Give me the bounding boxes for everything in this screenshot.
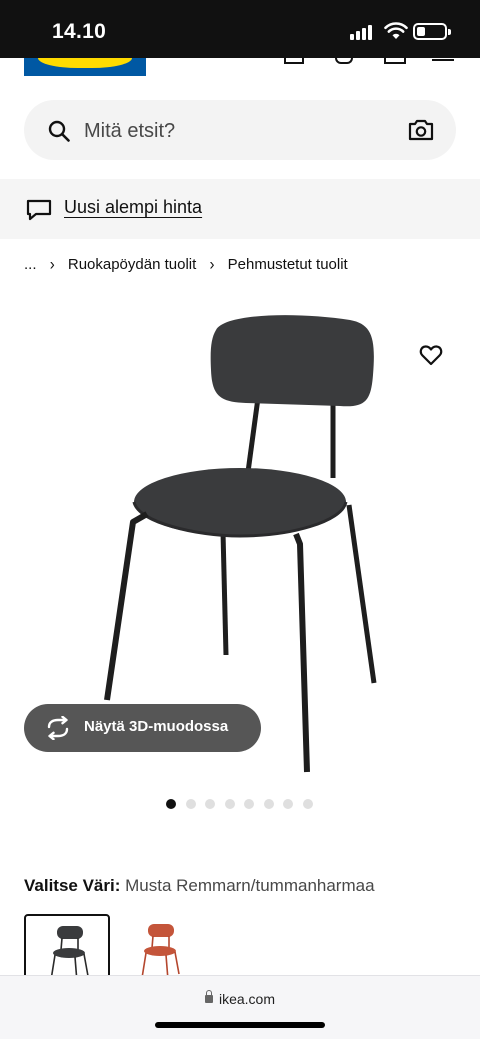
carousel-dot[interactable]	[263, 799, 274, 809]
carousel-dot[interactable]	[166, 799, 176, 809]
carousel-dot[interactable]	[302, 799, 313, 809]
view-3d-button[interactable]: Näytä 3D-muodossa	[24, 704, 261, 752]
carousel-dot[interactable]	[283, 799, 293, 809]
signal-icon	[350, 24, 376, 40]
carousel-dot[interactable]	[205, 799, 215, 809]
wifi-icon	[384, 22, 408, 39]
carousel-dot[interactable]	[224, 799, 235, 809]
status-time: 14.10	[52, 20, 107, 43]
chevron-right-icon: ›	[49, 254, 55, 274]
camera-icon[interactable]	[408, 118, 434, 142]
breadcrumb: ... › Ruokapöydän tuolit › Pehmustetut t…	[24, 255, 348, 275]
carousel-dot[interactable]	[244, 799, 254, 809]
search-bar[interactable]	[24, 100, 456, 160]
new-lower-price-link[interactable]: Uusi alempi hinta	[64, 197, 202, 218]
search-icon	[48, 120, 70, 142]
browser-address-bar[interactable]: ikea.com	[0, 975, 480, 1039]
selected-color-value: Musta Remmarn/tummanharmaa	[125, 876, 375, 895]
chevron-right-icon: ›	[209, 254, 215, 274]
color-title: Valitse Väri:	[24, 876, 121, 895]
home-indicator[interactable]	[155, 1022, 325, 1028]
heart-icon	[419, 345, 443, 366]
url-text: ikea.com	[218, 991, 276, 1007]
battery-icon	[413, 23, 451, 40]
breadcrumb-upholstered-chairs[interactable]: Pehmustetut tuolit	[228, 256, 348, 273]
user-icon[interactable]	[284, 58, 304, 64]
search-input[interactable]	[84, 118, 384, 144]
ikea-logo[interactable]	[24, 58, 146, 76]
lock-icon	[204, 990, 213, 1003]
chat-bubble-icon	[26, 199, 52, 221]
favourite-button[interactable]	[405, 330, 457, 382]
view-3d-label: Näytä 3D-muodossa	[84, 718, 229, 735]
rotate-3d-icon	[47, 716, 69, 740]
menu-icon[interactable]	[432, 58, 454, 62]
shopping-bag-icon[interactable]	[384, 58, 406, 64]
status-bar: 14.10	[0, 0, 480, 58]
price-banner: Uusi alempi hinta	[0, 179, 480, 239]
carousel-dot[interactable]	[185, 799, 196, 809]
url-field[interactable]: ikea.com	[0, 990, 480, 1007]
color-selector-label: Valitse Väri: Musta Remmarn/tummanharmaa	[24, 876, 375, 896]
breadcrumb-ellipsis[interactable]: ...	[24, 256, 37, 273]
chair-thumbnail-red	[141, 924, 180, 981]
breadcrumb-dining-chairs[interactable]: Ruokapöydän tuolit	[68, 256, 196, 273]
